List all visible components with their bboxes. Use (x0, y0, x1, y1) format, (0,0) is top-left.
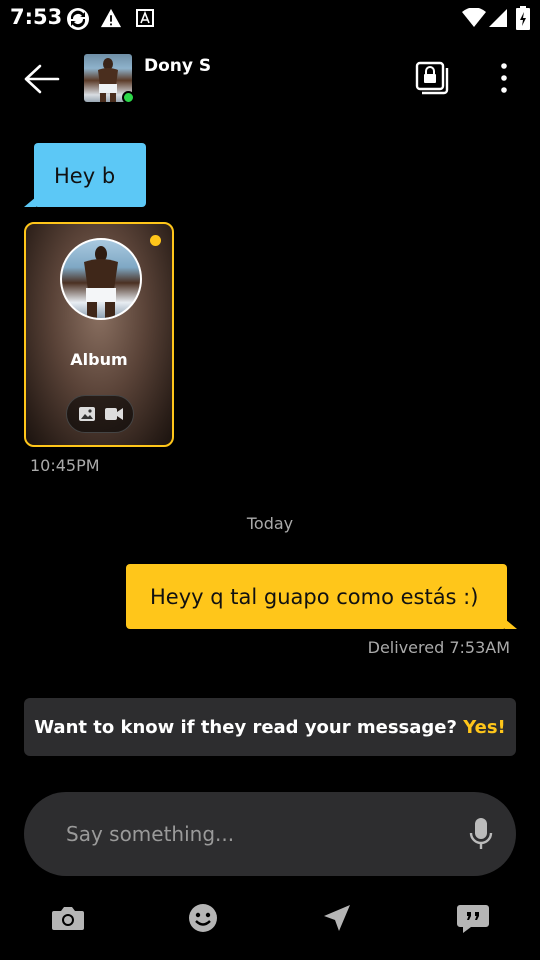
font-icon (136, 9, 154, 27)
incoming-message-text: Hey b (54, 164, 116, 188)
private-album-button[interactable] (414, 60, 450, 96)
location-arrow-icon (324, 905, 350, 931)
album-label: Album (70, 350, 128, 369)
status-bar: 7:53 (0, 0, 540, 36)
more-options-button[interactable] (490, 60, 518, 96)
warning-icon (100, 8, 122, 28)
day-separator: Today (246, 514, 294, 533)
wifi-icon (462, 8, 486, 27)
incoming-message[interactable]: Hey b (34, 143, 146, 207)
back-button[interactable] (22, 62, 62, 96)
saved-phrases-icon (457, 905, 489, 933)
battery-icon (516, 6, 530, 30)
read-receipt-question: Want to know if they read your message? (34, 717, 457, 738)
online-indicator (122, 91, 135, 104)
saved-phrases-button[interactable] (451, 898, 495, 938)
message-composer (24, 792, 516, 876)
contact-name[interactable]: Dony S (144, 56, 211, 76)
voice-message-button[interactable] (466, 816, 496, 852)
camera-icon (52, 907, 84, 930)
read-receipt-banner[interactable]: Want to know if they read your message? … (24, 698, 516, 756)
read-receipt-yes-link[interactable]: Yes! (463, 717, 506, 738)
album-media-types (66, 395, 134, 433)
status-time: 7:53 (10, 5, 63, 29)
album-thumbnail (60, 238, 142, 320)
emoji-icon (189, 904, 217, 932)
chat-header: Dony S (0, 40, 540, 116)
emoji-button[interactable] (181, 898, 225, 938)
photo-icon (79, 407, 95, 421)
message-input[interactable] (66, 814, 446, 854)
sync-icon (67, 8, 89, 30)
send-location-button[interactable] (315, 898, 359, 938)
video-icon (105, 408, 123, 420)
private-album-icon (415, 61, 449, 95)
unseen-dot (150, 235, 161, 246)
outgoing-message-text: Heyy q tal guapo como estás :) (150, 585, 479, 609)
signal-icon (489, 9, 507, 27)
album-photo (84, 246, 118, 318)
microphone-icon (469, 818, 493, 849)
delivery-status: Delivered 7:53AM (367, 638, 510, 657)
more-vert-icon (501, 63, 507, 93)
camera-button[interactable] (46, 898, 90, 938)
arrow-left-icon (24, 64, 60, 94)
incoming-timestamp: 10:45PM (30, 456, 100, 475)
album-card[interactable]: Album (24, 222, 174, 447)
outgoing-message[interactable]: Heyy q tal guapo como estás :) (126, 564, 507, 629)
